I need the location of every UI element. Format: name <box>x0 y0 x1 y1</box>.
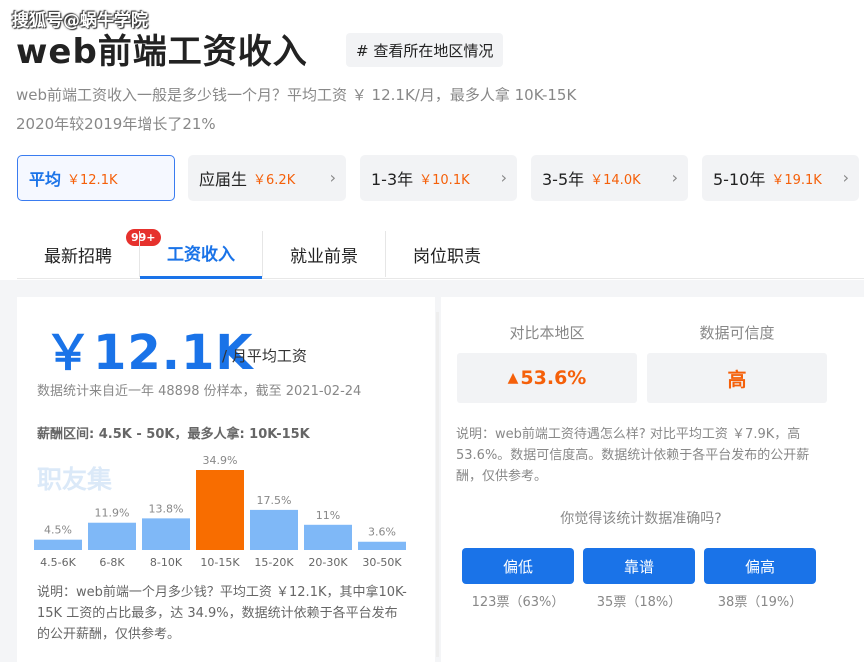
trust-value: 高 <box>727 368 747 391</box>
tab-prospects[interactable]: 就业前景 <box>263 229 385 279</box>
experience-value: ￥14.0K <box>590 172 641 188</box>
summary-description: web前端工资收入一般是多少钱一个月？平均工资 ￥ 12.1K/月，最多人拿 1… <box>16 86 577 104</box>
chart-value-label: 13.8% <box>149 502 184 515</box>
experience-card-1-3-years[interactable]: 1-3年 ￥10.1K › <box>360 155 517 201</box>
chart-value-label: 11.9% <box>95 507 130 520</box>
local-compare-value: 53.6% <box>520 367 587 389</box>
chart-category-label: 8-10K <box>150 556 183 569</box>
experience-card-5-10-years[interactable]: 5-10年 ￥19.1K › <box>702 155 859 201</box>
chart-bar-4.5-6K <box>34 539 82 550</box>
tab-label: 就业前景 <box>290 246 358 267</box>
experience-value: ￥10.1K <box>419 172 470 188</box>
panel-divider <box>436 312 439 657</box>
tab-salary[interactable]: 工资收入 <box>140 229 262 279</box>
chevron-right-icon: › <box>500 168 507 187</box>
experience-card-3-5-years[interactable]: 3-5年 ￥14.0K › <box>531 155 688 201</box>
experience-label: 3-5年 <box>542 170 585 189</box>
tab-label: 岗位职责 <box>413 246 481 267</box>
chart-category-label: 6-8K <box>99 556 125 569</box>
trust-label: 数据可信度 <box>699 324 775 342</box>
chart-bar-15-20K <box>250 509 298 550</box>
experience-value: ￥12.1K <box>67 172 118 188</box>
experience-label: 5-10年 <box>713 170 766 189</box>
accuracy-question: 你觉得该统计数据准确吗? <box>560 511 722 527</box>
chevron-right-icon: › <box>329 168 336 187</box>
trust-box: 高 <box>647 353 827 403</box>
local-compare-box: ▲ 53.6% <box>457 353 637 403</box>
vote-high-button[interactable]: 偏高 <box>704 548 816 584</box>
arrow-up-icon: ▲ <box>507 370 519 386</box>
chart-bar-10-15K <box>196 470 244 550</box>
experience-cards: 平均 ￥12.1K 应届生 ￥6.2K › 1-3年 ￥10.1K › 3-5年… <box>17 155 864 201</box>
experience-card-graduate[interactable]: 应届生 ￥6.2K › <box>188 155 346 201</box>
chevron-right-icon: › <box>842 168 849 187</box>
chart-value-label: 17.5% <box>257 494 292 507</box>
vote-accurate-button[interactable]: 靠谱 <box>583 548 695 584</box>
experience-value: ￥6.2K <box>253 172 296 188</box>
vote-high-count: 38票（19%） <box>717 595 803 610</box>
chart-value-label: 11% <box>316 509 340 522</box>
experience-label: 应届生 <box>199 170 248 189</box>
view-region-button[interactable]: # 查看所在地区情况 <box>346 33 504 67</box>
tab-latest-jobs[interactable]: 最新招聘 <box>17 229 139 279</box>
chart-category-label: 10-15K <box>200 556 240 569</box>
chart-value-label: 34.9% <box>203 454 238 467</box>
chart-bar-20-30K <box>304 524 352 550</box>
chart-value-label: 3.6% <box>368 526 396 539</box>
sample-note: 数据统计来自近一年 48898 份样本，截至 2021-02-24 <box>37 384 362 399</box>
experience-label: 平均 <box>29 170 62 189</box>
local-compare-label: 对比本地区 <box>509 324 585 342</box>
tab-label: 最新招聘 <box>44 246 112 267</box>
salary-explanation: 说明：web前端一个月多少钱？平均工资 ￥12.1K，其中拿10K-15K 工资… <box>37 585 407 642</box>
title-row: web前端工资收入 <box>16 24 308 73</box>
salary-distribution-chart: 4.5% 4.5-6K 11.9% 6-8K 13.8% 8-10K 34.9% 10-15K… <box>34 450 406 572</box>
experience-label: 1-3年 <box>371 170 414 189</box>
chart-bar-8-10K <box>142 518 190 550</box>
chart-category-label: 20-30K <box>308 556 348 569</box>
chart-value-label: 4.5% <box>44 524 72 537</box>
chart-bar-30-50K <box>358 541 406 550</box>
comparison-explanation: 说明：web前端工资待遇怎么样? 对比平均工资 ￥7.9K，高53.6%。数据可… <box>456 427 810 484</box>
salary-range-note: 薪酬区间: 4.5K - 50K，最多人拿: 10K-15K <box>37 427 310 442</box>
chart-svg: 4.5% 4.5-6K 11.9% 6-8K 13.8% 8-10K 34.9% 10-15K… <box>34 454 406 569</box>
chart-category-label: 4.5-6K <box>40 556 76 569</box>
experience-card-average[interactable]: 平均 ￥12.1K <box>17 155 175 201</box>
chart-category-label: 15-20K <box>254 556 294 569</box>
chart-category-label: 30-50K <box>362 556 402 569</box>
growth-description: 2020年较2019年增长了21% <box>16 115 216 133</box>
tab-bar: 最新招聘 99+ 工资收入 就业前景 岗位职责 <box>17 229 864 279</box>
watermark: 搜狐号@蜗牛学院 <box>12 11 148 31</box>
experience-value: ￥19.1K <box>771 172 822 188</box>
vote-low-button[interactable]: 偏低 <box>462 548 574 584</box>
vote-low-count: 123票（63%） <box>471 595 565 610</box>
chart-bar-6-8K <box>88 522 136 550</box>
chevron-right-icon: › <box>671 168 678 187</box>
tab-responsibilities[interactable]: 岗位职责 <box>386 229 508 279</box>
vote-accurate-count: 35票（18%） <box>596 595 682 610</box>
tab-label: 工资收入 <box>167 245 235 265</box>
average-salary-label: / 月平均工资 <box>222 347 307 365</box>
page-title: web前端工资收入 <box>16 32 308 72</box>
